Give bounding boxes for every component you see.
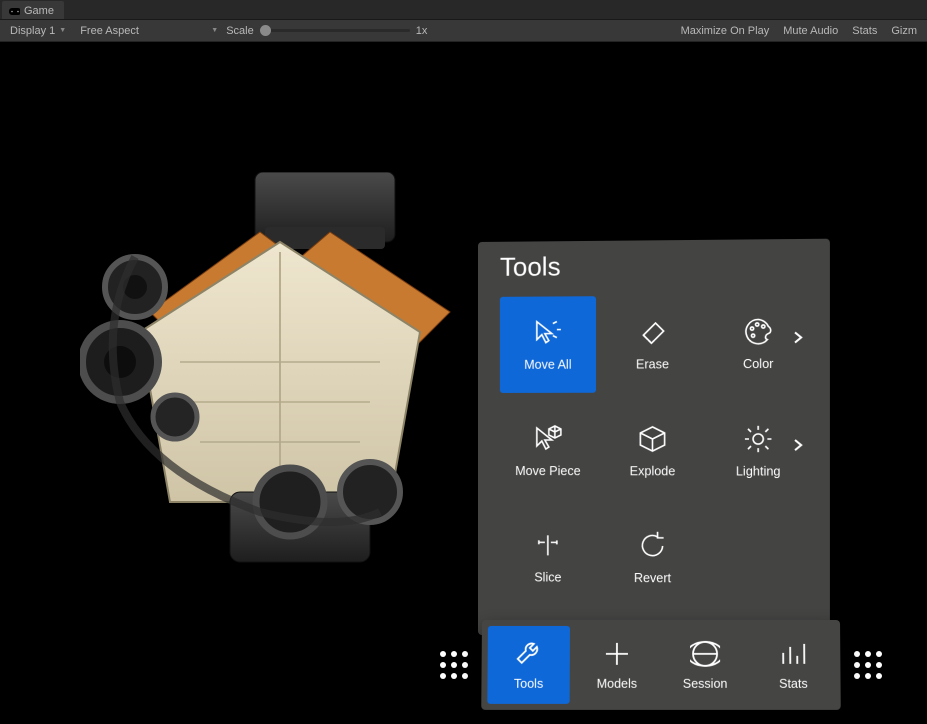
tool-label: Revert (634, 571, 671, 585)
engine-model[interactable] (80, 172, 480, 592)
revert-icon (637, 531, 667, 561)
palette-icon (743, 316, 774, 347)
bars-icon (778, 639, 808, 669)
editor-tab-bar: Game (0, 0, 927, 20)
tool-label: Move All (524, 358, 571, 372)
cube-icon (637, 424, 667, 454)
nav-bar-container: Tools Models Session Stats (436, 620, 886, 710)
chevron-down-icon: ▼ (211, 27, 218, 34)
nav-models[interactable]: Models (576, 626, 658, 704)
tool-label: Move Piece (515, 464, 580, 478)
tool-erase[interactable]: Erase (604, 295, 701, 392)
tool-move-all[interactable]: Move All (500, 296, 596, 393)
stats-button[interactable]: Stats (846, 23, 883, 39)
nav-label: Models (597, 677, 637, 691)
maximize-on-play-button[interactable]: Maximize On Play (675, 23, 776, 39)
nav-tools[interactable]: Tools (487, 626, 570, 704)
game-viewport[interactable]: Tools Move All Erase Color Move Piece Explod… (0, 42, 927, 724)
tool-label: Explode (630, 464, 676, 478)
wrench-icon (514, 639, 544, 669)
tool-slice[interactable]: Slice (500, 509, 596, 606)
chevron-right-icon (793, 438, 803, 455)
nav-stats[interactable]: Stats (752, 626, 835, 704)
display-label: Display 1 (10, 25, 55, 37)
gizmos-button[interactable]: Gizm (885, 23, 923, 39)
nav-bar: Tools Models Session Stats (481, 620, 841, 710)
tool-label: Slice (534, 570, 561, 584)
cursor-multi-icon (533, 318, 563, 348)
game-toolbar: Display 1 ▼ Free Aspect ▼ Scale 1x Maxim… (0, 20, 927, 42)
chevron-right-icon (793, 330, 803, 347)
gamepad-icon (8, 6, 20, 16)
nav-label: Session (683, 677, 728, 691)
tab-game[interactable]: Game (2, 1, 64, 19)
scale-label: Scale (226, 25, 254, 37)
mute-audio-button[interactable]: Mute Audio (777, 23, 844, 39)
aspect-label: Free Aspect (80, 25, 139, 37)
tool-color[interactable]: Color (709, 295, 807, 393)
sun-icon (743, 424, 774, 454)
nav-label: Stats (779, 677, 808, 691)
display-dropdown[interactable]: Display 1 ▼ (4, 23, 72, 39)
scale-value: 1x (416, 25, 428, 37)
scale-control: Scale 1x (226, 25, 427, 37)
globe-icon (690, 639, 720, 669)
drag-handle-left[interactable] (436, 647, 472, 683)
nav-session[interactable]: Session (664, 626, 746, 704)
aspect-dropdown[interactable]: Free Aspect ▼ (74, 23, 224, 39)
tool-label: Lighting (736, 464, 781, 478)
tool-label: Color (743, 357, 774, 371)
tab-label: Game (24, 5, 54, 17)
tool-lighting[interactable]: Lighting (709, 402, 807, 500)
tool-explode[interactable]: Explode (604, 403, 701, 500)
drag-handle-right[interactable] (850, 647, 886, 683)
nav-label: Tools (514, 677, 543, 691)
slice-icon (533, 530, 563, 560)
tool-move-piece[interactable]: Move Piece (500, 403, 596, 500)
tool-label: Erase (636, 357, 669, 371)
chevron-down-icon: ▼ (59, 27, 66, 34)
tool-revert[interactable]: Revert (604, 509, 701, 606)
slider-thumb[interactable] (260, 25, 271, 36)
tools-panel: Tools Move All Erase Color Move Piece Explod… (478, 239, 830, 639)
panel-title: Tools (500, 249, 816, 283)
eraser-icon (637, 317, 667, 347)
scale-slider[interactable] (260, 29, 410, 32)
cursor-cube-icon (533, 424, 563, 454)
plus-icon (602, 639, 632, 669)
